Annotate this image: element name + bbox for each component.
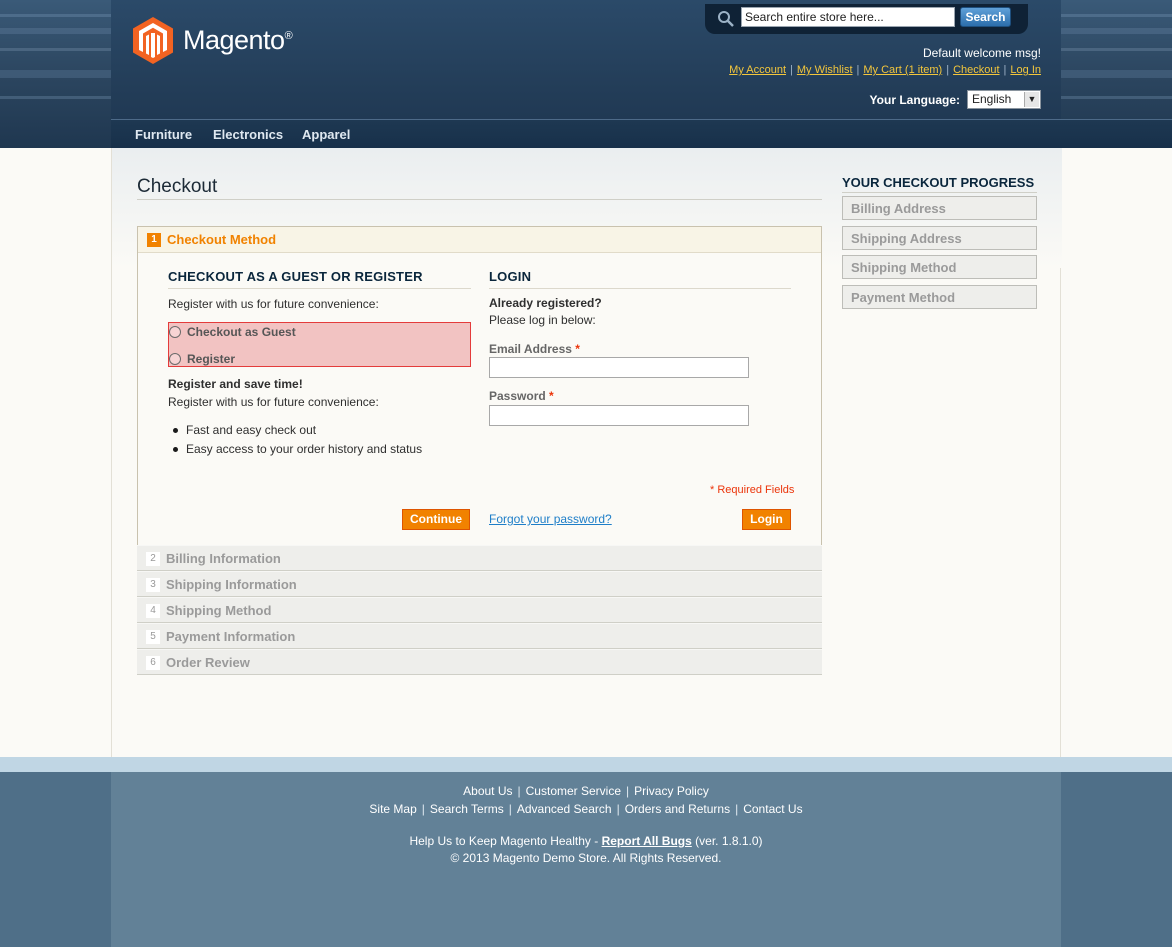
step-billing-information[interactable]: 2 Billing Information	[137, 545, 822, 571]
login-button[interactable]: Login	[742, 509, 791, 530]
step-checkout-method: 1 Checkout Method CHECKOUT AS A GUEST OR…	[137, 226, 822, 546]
search-button[interactable]: Search	[960, 7, 1011, 27]
my-account-link[interactable]: My Account	[729, 64, 786, 76]
step-title: Shipping Information	[166, 577, 297, 592]
checkout-as-guest-radio[interactable]	[169, 326, 181, 338]
footer: About Us | Customer Service | Privacy Policy…	[0, 772, 1172, 947]
magento-logo-icon	[133, 17, 173, 64]
chevron-down-icon: ▼	[1024, 92, 1039, 107]
login-instruction: Please log in below:	[489, 313, 596, 327]
search-bar: Search	[705, 4, 1028, 34]
step-order-review[interactable]: 6 Order Review	[137, 649, 822, 675]
my-wishlist-link[interactable]: My Wishlist	[797, 64, 853, 76]
checkout-progress-title: YOUR CHECKOUT PROGRESS	[842, 175, 1035, 190]
my-cart-link[interactable]: My Cart (1 item)	[863, 64, 942, 76]
footer-link-contact-us[interactable]: Contact Us	[743, 802, 802, 816]
step-payment-information[interactable]: 5 Payment Information	[137, 623, 822, 649]
register-label[interactable]: Register	[187, 352, 235, 366]
search-input[interactable]	[741, 7, 955, 27]
welcome-message: Default welcome msg!	[922, 46, 1041, 60]
footer-link-orders-returns[interactable]: Orders and Returns	[625, 802, 730, 816]
required-fields-note: * Required Fields	[710, 484, 795, 496]
email-label: Email Address *	[489, 342, 580, 356]
checkout-as-guest-label[interactable]: Checkout as Guest	[187, 325, 296, 339]
register-save-text: Register with us for future convenience:	[168, 395, 379, 409]
footer-links-secondary: Site Map | Search Terms | Advanced Search | Or…	[369, 802, 803, 816]
already-registered: Already registered?	[489, 296, 602, 310]
main-nav: Furniture Electronics Apparel	[111, 119, 1172, 148]
step-title: Shipping Method	[166, 603, 272, 618]
register-save-title: Register and save time!	[168, 377, 303, 391]
step-number: 3	[146, 578, 160, 592]
password-label: Password *	[489, 389, 554, 403]
search-icon	[718, 11, 734, 27]
benefit-item: Easy access to your order history and st…	[186, 442, 423, 456]
logo[interactable]: Magento®	[133, 17, 293, 64]
step-title: Checkout Method	[167, 232, 277, 247]
language-select[interactable]: English ▼	[967, 90, 1041, 109]
main-content: Checkout 1 Checkout Method CHECKOUT AS A…	[111, 148, 1062, 757]
forgot-password-link[interactable]: Forgot your password?	[489, 512, 612, 526]
progress-shipping-address: Shipping Address	[842, 226, 1037, 250]
step-title: Billing Information	[166, 551, 281, 566]
step-title: Order Review	[166, 655, 250, 670]
register-intro: Register with us for future convenience:	[168, 297, 379, 311]
guest-register-heading: CHECKOUT AS A GUEST OR REGISTER	[168, 269, 423, 284]
footer-link-advanced-search[interactable]: Advanced Search	[517, 802, 612, 816]
step-header[interactable]: 1 Checkout Method	[138, 227, 821, 253]
footer-link-privacy-policy[interactable]: Privacy Policy	[634, 784, 709, 798]
email-field[interactable]	[489, 357, 749, 378]
footer-link-about-us[interactable]: About Us	[463, 784, 512, 798]
progress-shipping-method: Shipping Method	[842, 255, 1037, 279]
step-shipping-information[interactable]: 3 Shipping Information	[137, 571, 822, 597]
top-links: My Account | My Wishlist | My Cart (1 item) |…	[729, 64, 1041, 76]
nav-item-furniture[interactable]: Furniture	[135, 127, 192, 142]
page-title: Checkout	[137, 176, 218, 197]
language-label: Your Language:	[869, 92, 960, 107]
step-number: 1	[147, 233, 161, 247]
logo-text: Magento®	[183, 25, 293, 55]
nav-item-electronics[interactable]: Electronics	[213, 127, 283, 142]
footer-link-search-terms[interactable]: Search Terms	[430, 802, 504, 816]
step-number: 2	[146, 552, 160, 566]
benefit-item: Fast and easy check out	[186, 423, 317, 437]
register-radio[interactable]	[169, 353, 181, 365]
footer-link-site-map[interactable]: Site Map	[369, 802, 416, 816]
login-heading: LOGIN	[489, 269, 532, 284]
progress-billing-address: Billing Address	[842, 196, 1037, 220]
language-switcher: Your Language: English ▼	[870, 90, 1041, 109]
progress-payment-method: Payment Method	[842, 285, 1037, 309]
footer-copyright: © 2013 Magento Demo Store. All Rights Re…	[450, 851, 722, 865]
footer-link-customer-service[interactable]: Customer Service	[526, 784, 621, 798]
footer-links-primary: About Us | Customer Service | Privacy Policy	[463, 784, 709, 798]
step-number: 4	[146, 604, 160, 618]
report-bugs-link[interactable]: Report All Bugs	[602, 834, 692, 848]
password-field[interactable]	[489, 405, 749, 426]
step-number: 5	[146, 630, 160, 644]
continue-button[interactable]: Continue	[402, 509, 470, 530]
step-title: Payment Information	[166, 629, 296, 644]
step-number: 6	[146, 656, 160, 670]
step-shipping-method[interactable]: 4 Shipping Method	[137, 597, 822, 623]
footer-help: Help Us to Keep Magento Healthy - Report…	[409, 834, 763, 848]
nav-item-apparel[interactable]: Apparel	[302, 127, 350, 142]
checkout-link[interactable]: Checkout	[953, 64, 999, 76]
log-in-link[interactable]: Log In	[1010, 64, 1041, 76]
